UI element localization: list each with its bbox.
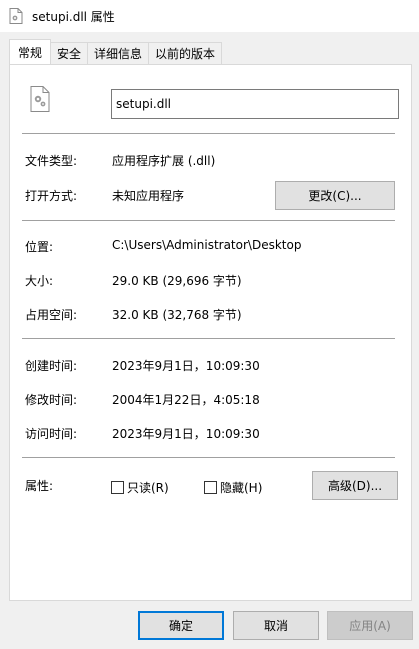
created-value: 2023年9月1日，10:09:30 — [112, 359, 260, 373]
size-on-disk-label: 占用空间: — [25, 308, 78, 322]
file-name-input[interactable] — [111, 89, 399, 119]
location-label: 位置: — [25, 240, 54, 254]
dll-gear-icon — [9, 8, 23, 24]
change-button[interactable]: 更改(C)... — [275, 181, 395, 210]
divider — [22, 338, 395, 339]
divider — [22, 457, 395, 458]
checkbox-box[interactable] — [204, 481, 217, 494]
size-value: 29.0 KB (29,696 字节) — [112, 274, 242, 288]
tab-previous-versions[interactable]: 以前的版本 — [148, 42, 223, 64]
tab-security[interactable]: 安全 — [50, 42, 89, 64]
file-type-label: 文件类型: — [25, 154, 78, 168]
tab-strip: 常规 安全 详细信息 以前的版本 — [9, 39, 223, 64]
open-with-value: 未知应用程序 — [112, 189, 185, 203]
divider — [22, 133, 395, 134]
apply-button[interactable]: 应用(A) — [327, 611, 413, 640]
hidden-label: 隐藏(H) — [220, 481, 263, 495]
title-bar: setupi.dll 属性 — [0, 0, 419, 32]
divider — [22, 220, 395, 221]
accessed-label: 访问时间: — [25, 427, 78, 441]
readonly-checkbox[interactable]: 只读(R) — [111, 479, 169, 496]
open-with-label: 打开方式: — [25, 189, 78, 203]
tab-general[interactable]: 常规 — [9, 39, 52, 64]
accessed-value: 2023年9月1日，10:09:30 — [112, 427, 260, 441]
checkbox-box[interactable] — [111, 481, 124, 494]
window-title: setupi.dll 属性 — [32, 9, 115, 24]
modified-value: 2004年1月22日，4:05:18 — [112, 393, 260, 407]
location-value: C:\Users\Administrator\Desktop — [112, 238, 302, 252]
general-panel: 文件类型: 应用程序扩展 (.dll) 打开方式: 未知应用程序 更改(C)..… — [9, 64, 412, 601]
ok-button[interactable]: 确定 — [138, 611, 224, 640]
created-label: 创建时间: — [25, 359, 78, 373]
cancel-button[interactable]: 取消 — [233, 611, 319, 640]
tab-details[interactable]: 详细信息 — [87, 42, 150, 64]
hidden-checkbox[interactable]: 隐藏(H) — [204, 479, 262, 496]
dll-gear-icon — [30, 86, 50, 112]
attributes-label: 属性: — [25, 479, 54, 493]
file-type-value: 应用程序扩展 (.dll) — [112, 154, 216, 168]
readonly-label: 只读(R) — [127, 481, 169, 495]
size-on-disk-value: 32.0 KB (32,768 字节) — [112, 308, 242, 322]
modified-label: 修改时间: — [25, 393, 78, 407]
advanced-button[interactable]: 高级(D)... — [312, 471, 398, 500]
size-label: 大小: — [25, 274, 54, 288]
